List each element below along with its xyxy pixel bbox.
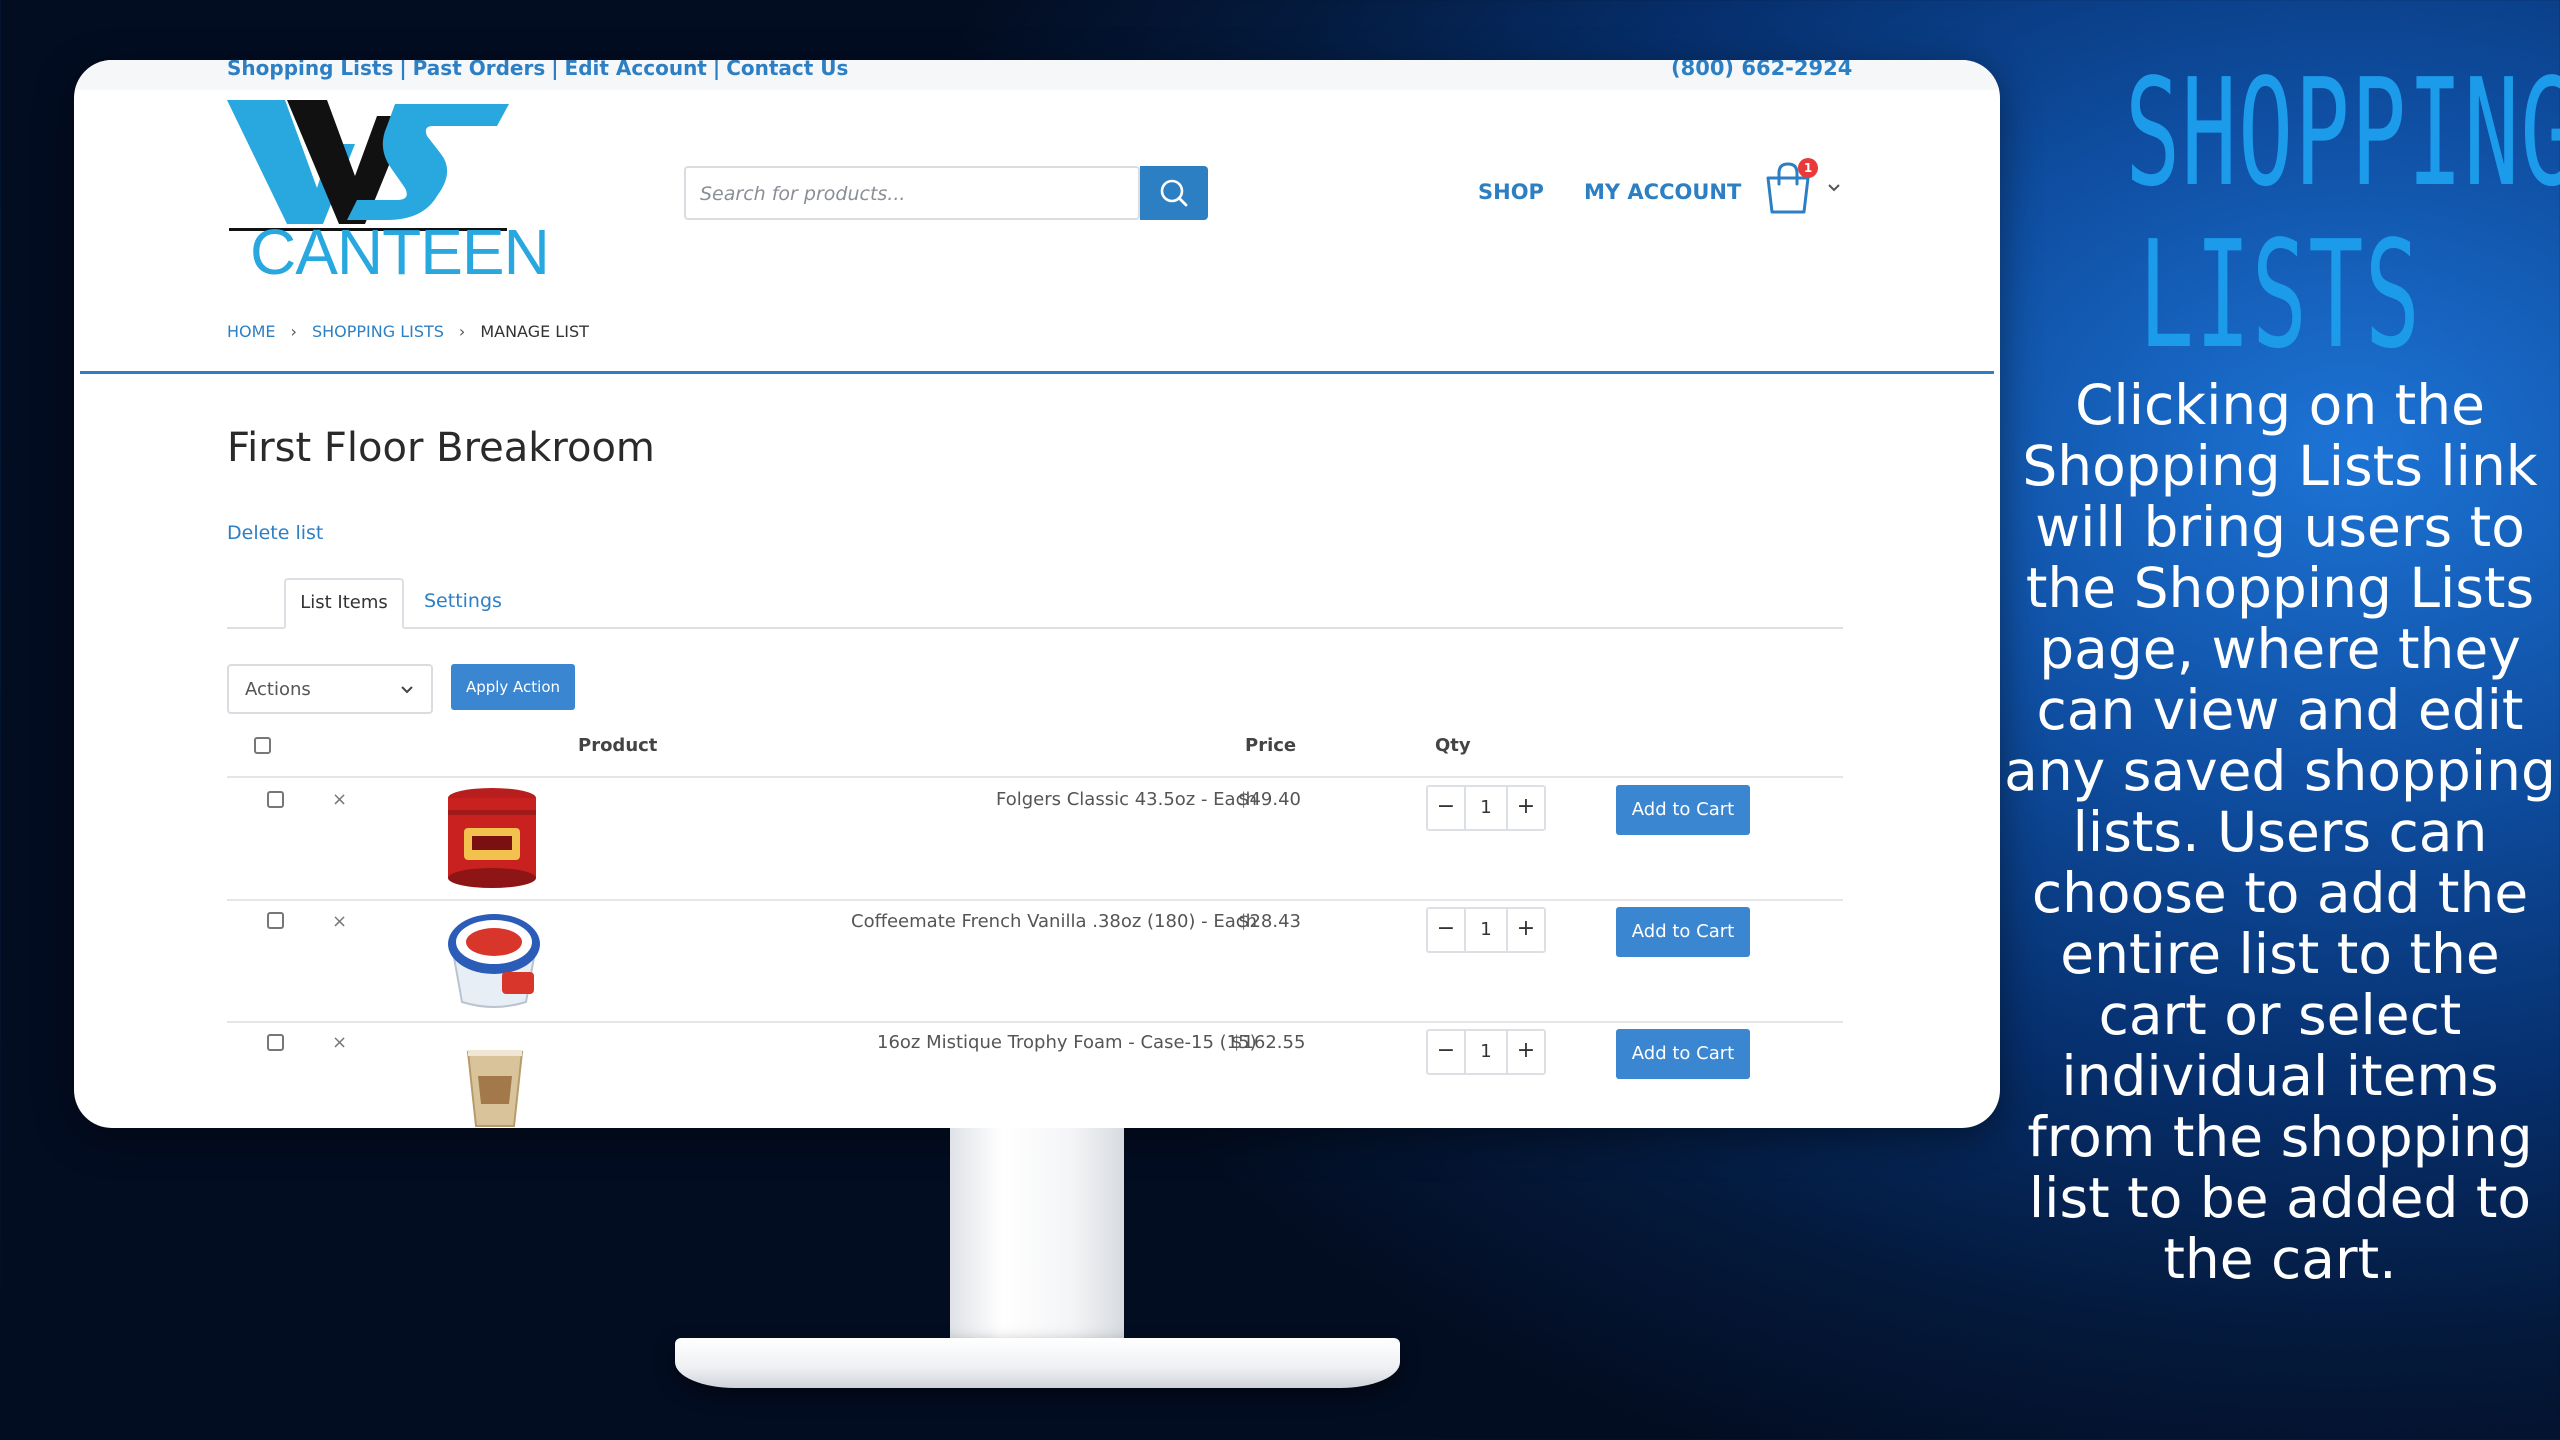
quantity-stepper: − 1 + bbox=[1426, 907, 1546, 953]
search-input[interactable] bbox=[700, 180, 1120, 208]
product-name[interactable]: Coffeemate French Vanilla .38oz (180) - … bbox=[851, 911, 1257, 932]
headline-line: LISTS bbox=[2138, 209, 2422, 381]
remove-item-button[interactable]: × bbox=[332, 1032, 347, 1053]
chevron-down-icon[interactable] bbox=[1826, 180, 1842, 196]
monitor-screen: Shopping Lists | Past Orders | Edit Account |… bbox=[74, 60, 2000, 1128]
remove-item-button[interactable]: × bbox=[332, 789, 347, 810]
link-past-orders[interactable]: Past Orders bbox=[413, 60, 546, 80]
remove-item-button[interactable]: × bbox=[332, 911, 347, 932]
headline-line: SHOPPING bbox=[2125, 47, 2560, 219]
monitor-stand-base bbox=[675, 1338, 1400, 1388]
phone-number[interactable]: (800) 662-2924 bbox=[1671, 60, 1852, 80]
breadcrumb-shopping-lists[interactable]: SHOPPING LISTS bbox=[312, 322, 444, 341]
product-price: $28.43 bbox=[1238, 911, 1301, 932]
product-image-foam-cup[interactable] bbox=[464, 1048, 526, 1128]
breadcrumb-current: MANAGE LIST bbox=[480, 322, 589, 341]
add-to-cart-button[interactable]: Add to Cart bbox=[1616, 907, 1750, 957]
row-divider bbox=[227, 1021, 1843, 1023]
breadcrumb-separator: › bbox=[290, 322, 297, 341]
tab-settings[interactable]: Settings bbox=[424, 590, 502, 612]
chevron-down-icon bbox=[401, 686, 413, 694]
actions-dropdown[interactable]: Actions bbox=[227, 664, 433, 714]
add-to-cart-button[interactable]: Add to Cart bbox=[1616, 785, 1750, 835]
page-title: First Floor Breakroom bbox=[227, 425, 655, 471]
breadcrumb-home[interactable]: HOME bbox=[227, 322, 276, 341]
column-header-price: Price bbox=[1245, 735, 1297, 756]
nav-shop[interactable]: SHOP bbox=[1478, 180, 1544, 204]
header-divider bbox=[80, 371, 1994, 374]
quantity-stepper: − 1 + bbox=[1426, 1029, 1546, 1075]
quantity-increase-button[interactable]: + bbox=[1506, 909, 1544, 951]
quantity-decrease-button[interactable]: − bbox=[1428, 909, 1466, 951]
quantity-stepper: − 1 + bbox=[1426, 785, 1546, 831]
quantity-value[interactable]: 1 bbox=[1466, 787, 1506, 829]
row-divider bbox=[227, 899, 1843, 901]
apply-action-button[interactable]: Apply Action bbox=[451, 664, 575, 710]
nav-my-account[interactable]: MY ACCOUNT bbox=[1584, 180, 1741, 204]
add-to-cart-button[interactable]: Add to Cart bbox=[1616, 1029, 1750, 1079]
monitor-stand-neck bbox=[950, 1128, 1124, 1360]
top-link-separator: | bbox=[551, 60, 559, 80]
quantity-value[interactable]: 1 bbox=[1466, 1031, 1506, 1073]
search-icon bbox=[1160, 179, 1188, 207]
top-link-separator: | bbox=[712, 60, 721, 80]
logo-canteen-text: CANTEEN bbox=[250, 216, 550, 288]
quantity-decrease-button[interactable]: − bbox=[1428, 787, 1466, 829]
table-header-divider bbox=[227, 776, 1843, 778]
quantity-increase-button[interactable]: + bbox=[1506, 1031, 1544, 1073]
breadcrumb: HOME › SHOPPING LISTS › MANAGE LIST bbox=[227, 322, 589, 341]
top-link-separator: | bbox=[399, 60, 407, 80]
actions-dropdown-label: Actions bbox=[245, 679, 311, 700]
search-field[interactable] bbox=[684, 166, 1140, 220]
product-price: $162.55 bbox=[1231, 1032, 1306, 1053]
product-image-coffeemate[interactable] bbox=[442, 906, 546, 1012]
column-header-product: Product bbox=[578, 735, 658, 756]
product-price: $49.40 bbox=[1238, 789, 1301, 810]
product-image-folgers[interactable] bbox=[442, 784, 542, 892]
product-name[interactable]: 16oz Mistique Trophy Foam - Case-15 (15) bbox=[877, 1032, 1257, 1053]
tab-list-items[interactable]: List Items bbox=[284, 578, 404, 629]
row-checkbox[interactable] bbox=[267, 912, 284, 929]
quantity-decrease-button[interactable]: − bbox=[1428, 1031, 1466, 1073]
link-edit-account[interactable]: Edit Account bbox=[565, 60, 707, 80]
quantity-value[interactable]: 1 bbox=[1466, 909, 1506, 951]
row-checkbox[interactable] bbox=[267, 1034, 284, 1051]
headline: SHOPPING LISTS bbox=[2125, 47, 2560, 381]
link-contact-us[interactable]: Contact Us bbox=[726, 60, 848, 80]
quantity-increase-button[interactable]: + bbox=[1506, 787, 1544, 829]
link-shopping-lists[interactable]: Shopping Lists bbox=[227, 60, 393, 80]
tabs-divider bbox=[227, 627, 1843, 629]
breadcrumb-separator: › bbox=[458, 322, 466, 341]
row-checkbox[interactable] bbox=[267, 791, 284, 808]
column-header-qty: Qty bbox=[1435, 735, 1471, 756]
select-all-checkbox[interactable] bbox=[254, 737, 271, 754]
top-links: Shopping Lists | Past Orders | Edit Account |… bbox=[227, 60, 848, 80]
delete-list-link[interactable]: Delete list bbox=[227, 522, 323, 544]
description-text: Clicking on the Shopping Lists link will… bbox=[2004, 373, 2556, 1291]
cart-count-badge: 1 bbox=[1798, 158, 1818, 178]
product-name[interactable]: Folgers Classic 43.5oz - Each bbox=[996, 789, 1257, 810]
search-button[interactable] bbox=[1140, 166, 1208, 220]
